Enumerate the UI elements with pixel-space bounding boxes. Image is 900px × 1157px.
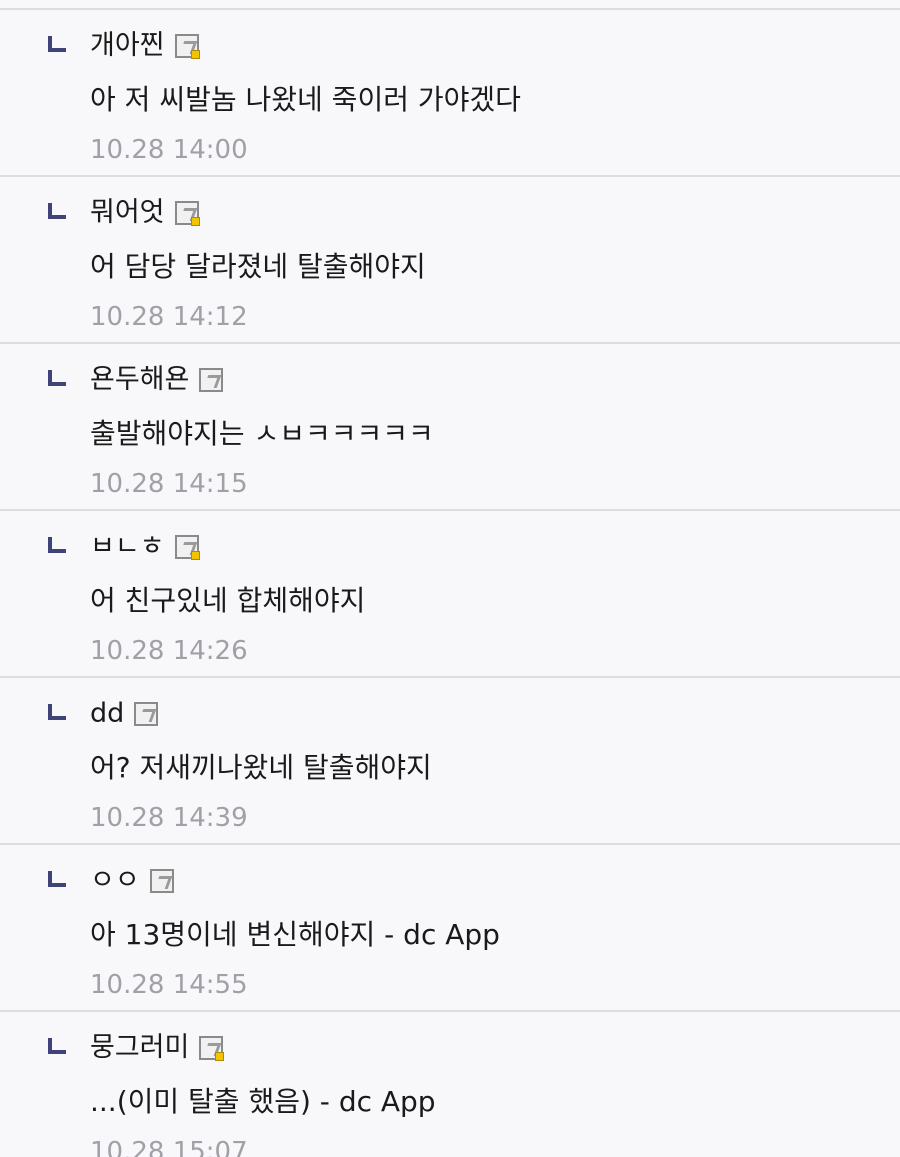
reply-arrow-icon — [48, 203, 66, 219]
member-badge-icon — [174, 34, 200, 59]
comment-text: 어 담당 달라졌네 탈출해야지 — [90, 250, 426, 283]
nick-row: 욘두해욘 — [90, 362, 224, 398]
member-badge-icon — [174, 201, 200, 226]
comment-text: ...(이미 탈출 했음) - dc App — [90, 1085, 436, 1118]
reply-arrow-icon — [48, 36, 66, 52]
comment-text: 아 저 씨발놈 나왔네 죽이러 가야겠다 — [90, 83, 521, 116]
nick-row: ㅇㅇ — [90, 863, 174, 899]
comment-nickname[interactable]: ㅂㄴㅎ — [90, 529, 165, 565]
comment-list: 개아찐 아 저 씨발놈 나왔네 죽이러 가야겠다 10.28 14:00 뭐어엇… — [0, 0, 900, 1157]
reply-arrow-icon — [48, 537, 66, 553]
member-badge-icon — [199, 1036, 225, 1061]
comment-item: 뭉그러미 ...(이미 탈출 했음) - dc App 10.28 15:07 — [0, 1012, 900, 1157]
nick-row: 개아찐 — [90, 28, 200, 64]
comment-nickname[interactable]: dd — [90, 696, 124, 732]
comment-date: 10.28 14:00 — [90, 135, 248, 165]
member-badge-icon — [134, 702, 159, 726]
reply-arrow-icon — [48, 704, 66, 720]
member-badge-icon — [199, 368, 224, 392]
comment-item: 개아찐 아 저 씨발놈 나왔네 죽이러 가야겠다 10.28 14:00 — [0, 10, 900, 177]
nick-row: 뭉그러미 — [90, 1030, 225, 1066]
reply-arrow-icon — [48, 871, 66, 887]
nick-row: dd — [90, 696, 159, 732]
comment-item: ㅂㄴㅎ 어 친구있네 합체해야지 10.28 14:26 — [0, 511, 900, 678]
member-badge-icon — [149, 869, 174, 893]
comment-nickname[interactable]: 욘두해욘 — [90, 362, 189, 398]
nick-row: 뭐어엇 — [90, 195, 200, 231]
comment-item: 뭐어엇 어 담당 달라졌네 탈출해야지 10.28 14:12 — [0, 177, 900, 344]
comment-nickname[interactable]: 뭐어엇 — [90, 195, 165, 231]
comment-date: 10.28 14:12 — [90, 302, 248, 332]
reply-arrow-icon — [48, 1038, 66, 1054]
comment-date: 10.28 14:39 — [90, 803, 248, 833]
comment-nickname[interactable]: ㅇㅇ — [90, 863, 140, 899]
comment-date: 10.28 15:07 — [90, 1137, 248, 1157]
comment-item: 욘두해욘 출발해야지는 ㅅㅂㅋㅋㅋㅋㅋ 10.28 14:15 — [0, 344, 900, 511]
reply-arrow-icon — [48, 370, 66, 386]
comment-text: 어 친구있네 합체해야지 — [90, 584, 366, 617]
comment-item: dd 어? 저새끼나왔네 탈출해야지 10.28 14:39 — [0, 678, 900, 845]
comment-text: 출발해야지는 ㅅㅂㅋㅋㅋㅋㅋ — [90, 417, 434, 450]
comment-date: 10.28 14:26 — [90, 636, 248, 666]
nick-row: ㅂㄴㅎ — [90, 529, 200, 565]
member-badge-icon — [174, 535, 200, 560]
comment-text: 아 13명이네 변신해야지 - dc App — [90, 918, 500, 951]
comment-nickname[interactable]: 개아찐 — [90, 28, 165, 64]
comment-item: ㅇㅇ 아 13명이네 변신해야지 - dc App 10.28 14:55 — [0, 845, 900, 1012]
comment-text: 어? 저새끼나왔네 탈출해야지 — [90, 751, 432, 784]
comment-nickname[interactable]: 뭉그러미 — [90, 1030, 189, 1066]
comment-date: 10.28 14:15 — [90, 469, 248, 499]
top-divider — [0, 0, 900, 10]
comment-date: 10.28 14:55 — [90, 970, 248, 1000]
